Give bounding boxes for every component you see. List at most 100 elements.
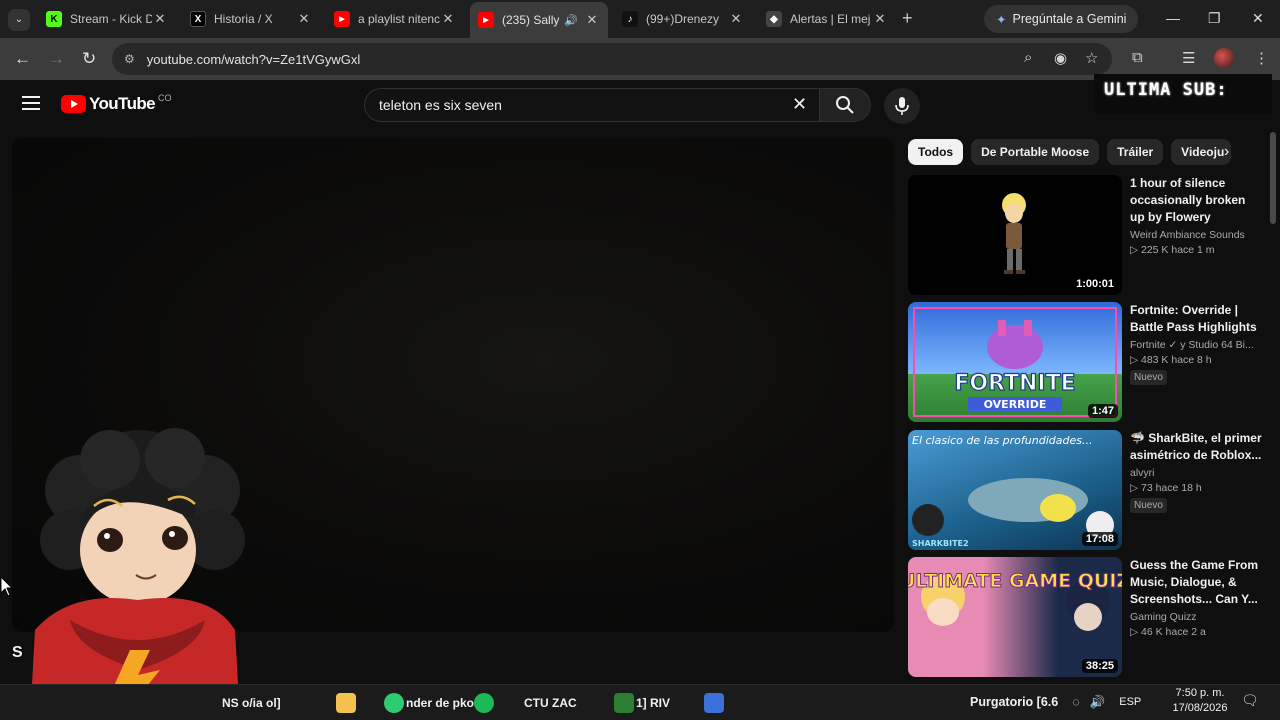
zoom-icon[interactable]: ⌕ xyxy=(1024,49,1032,66)
notifications-icon[interactable]: 🗨 xyxy=(1241,692,1259,709)
video-title[interactable]: Fortnite: Override | Battle Pass Highlig… xyxy=(1130,302,1262,336)
tab-alertas[interactable]: ◆ Alertas | El mej ✕ xyxy=(758,4,896,34)
chip-trailer[interactable]: Tráiler xyxy=(1107,139,1164,165)
video-title[interactable]: 1 hour of silence occasionally broken up… xyxy=(1130,175,1262,226)
tab-x-historia[interactable]: X Historia / X ✕ xyxy=(182,4,320,34)
tab-search-button[interactable]: ⌄ xyxy=(8,9,30,31)
search-input[interactable]: teleton es six seven xyxy=(364,88,819,122)
video-stats: ▷ 483 K hace 8 h xyxy=(1130,354,1212,366)
close-tab-icon[interactable]: ✕ xyxy=(872,11,888,27)
recommendation-item[interactable]: El clasico de las profundidades... SHARK… xyxy=(908,430,1268,550)
address-bar[interactable]: ⚙ youtube.com/watch?v=Ze1tVGywGxl xyxy=(112,43,1112,75)
close-window-icon[interactable]: ✕ xyxy=(1252,10,1264,27)
tab-youtube-playlist[interactable]: ▶ a playlist nitenc ✕ xyxy=(326,4,464,34)
back-icon[interactable]: ← xyxy=(14,49,31,69)
url-text: youtube.com/watch?v=Ze1tVGywGxl xyxy=(146,51,361,67)
guide-menu-icon[interactable] xyxy=(22,96,40,110)
close-tab-icon[interactable]: ✕ xyxy=(584,12,600,28)
profile-avatar[interactable] xyxy=(1214,48,1234,68)
gemini-icon: ✦ xyxy=(996,12,1007,27)
close-tab-icon[interactable]: ✕ xyxy=(728,11,744,27)
folder-icon xyxy=(336,693,356,713)
bookmark-star-icon[interactable]: ☆ xyxy=(1085,49,1098,67)
clear-search-icon[interactable]: ✕ xyxy=(792,94,807,115)
tray-game-label[interactable]: Purgatorio [6.6 xyxy=(970,695,1058,709)
youtube-icon: ▶ xyxy=(478,12,494,28)
media-controls-icon[interactable]: ☰ xyxy=(1182,49,1195,67)
roblox-taskbar-button[interactable] xyxy=(704,691,726,715)
video-thumbnail[interactable]: El clasico de las profundidades... SHARK… xyxy=(908,430,1122,550)
video-stats: ▷ 73 hace 18 h xyxy=(1130,482,1202,494)
video-title[interactable]: 🦈 SharkBite, el primer asimétrico de Rob… xyxy=(1130,430,1262,464)
taskbar-item-3[interactable]: CTU ZAC xyxy=(524,691,577,715)
youtube-header: YouTube CO teleton es six seven ✕ xyxy=(0,80,1280,130)
recommendation-item[interactable]: ULTIMATE GAME QUIZ 38:25 Guess the Game … xyxy=(908,557,1268,677)
taskbar-item-label: 1] RIV xyxy=(636,696,671,710)
file-explorer-taskbar-button[interactable] xyxy=(336,691,358,715)
forward-icon[interactable]: → xyxy=(48,49,65,69)
country-code: CO xyxy=(158,93,172,103)
app-icon xyxy=(384,693,404,713)
extensions-icon[interactable]: ⧉ xyxy=(1132,49,1143,66)
video-thumbnail[interactable]: 1:00:01 xyxy=(908,175,1122,295)
youtube-icon: ▶ xyxy=(334,11,350,27)
volume-icon[interactable]: 🔊 xyxy=(1090,695,1106,710)
tab-title: Alertas | El mej xyxy=(790,12,871,26)
youtube-logo[interactable]: YouTube CO xyxy=(61,93,172,114)
chip-channel[interactable]: De Portable Moose xyxy=(971,139,1100,165)
search-button[interactable] xyxy=(819,88,871,122)
new-tab-button[interactable]: + xyxy=(902,8,913,29)
tab-title: Stream - Kick D xyxy=(70,12,152,26)
channel-name[interactable]: Weird Ambiance Sounds xyxy=(1130,229,1262,241)
tab-youtube-active[interactable]: ▶ (235) Sally 🔊 ✕ xyxy=(470,2,608,38)
tab-title: (235) Sally xyxy=(502,13,560,27)
chevron-right-icon[interactable]: › xyxy=(1224,143,1229,161)
network-icon[interactable]: ◌ xyxy=(1072,695,1079,709)
tab-title: a playlist nitenc xyxy=(358,12,440,26)
tab-kick-stream[interactable]: K Stream - Kick D ✕ xyxy=(38,4,176,34)
channel-name[interactable]: alvyri xyxy=(1130,467,1262,479)
video-duration: 38:25 xyxy=(1081,659,1118,673)
channel-name[interactable]: Fortnite ✓ y Studio 64 Bi... xyxy=(1130,339,1262,351)
channel-name[interactable]: Gaming Quizz xyxy=(1130,611,1262,623)
search-icon xyxy=(836,96,854,114)
chip-videojuegos[interactable]: Videoju xyxy=(1171,139,1232,165)
tracking-protection-icon[interactable]: ◉ xyxy=(1054,49,1067,67)
video-thumbnail[interactable]: ULTIMATE GAME QUIZ 38:25 xyxy=(908,557,1122,677)
minimize-icon[interactable]: — xyxy=(1166,10,1180,26)
restore-icon[interactable]: ❐ xyxy=(1208,10,1221,27)
video-thumbnail[interactable]: FORTNITE OVERRIDE 1:47 xyxy=(908,302,1122,422)
close-tab-icon[interactable]: ✕ xyxy=(296,11,312,27)
reload-icon[interactable]: ↻ xyxy=(82,49,96,69)
chrome-menu-icon[interactable]: ⋮ xyxy=(1254,49,1269,67)
video-title[interactable]: Guess the Game From Music, Dialogue, & S… xyxy=(1130,557,1262,608)
recommendation-item[interactable]: 1:00:01 1 hour of silence occasionally b… xyxy=(908,175,1268,295)
gemini-label: Pregúntale a Gemini xyxy=(1012,12,1127,26)
taskbar-item-label: CTU ZAC xyxy=(524,696,577,710)
language-indicator[interactable]: ESP xyxy=(1119,696,1141,708)
taskbar-item-2[interactable]: nder de pkour xyxy=(384,691,486,715)
video-stats: ▷ 46 K hace 2 a xyxy=(1130,626,1206,638)
scrollbar-thumb[interactable] xyxy=(1270,132,1276,224)
browser-toolbar: ← → ↻ ⚙ youtube.com/watch?v=Ze1tVGywGxl … xyxy=(0,38,1280,80)
x-icon: X xyxy=(190,11,206,27)
taskbar-clock[interactable]: 7:50 p. m. 17/08/2026 xyxy=(1168,686,1232,716)
site-info-icon[interactable]: ⚙ xyxy=(124,52,135,66)
tiktok-icon: ♪ xyxy=(622,11,638,27)
close-tab-icon[interactable]: ✕ xyxy=(440,11,456,27)
search-query: teleton es six seven xyxy=(379,97,502,113)
close-tab-icon[interactable]: ✕ xyxy=(152,11,168,27)
chip-todos[interactable]: Todos xyxy=(908,139,964,165)
tab-tiktok[interactable]: ♪ (99+)Drenezy ✕ xyxy=(614,4,752,34)
taskbar-item-4[interactable]: 1] RIV xyxy=(614,691,670,715)
video-duration: 17:08 xyxy=(1081,532,1118,546)
taskbar-item-1[interactable]: NS o/ia ol] xyxy=(222,691,281,715)
speaker-icon[interactable]: 🔊 xyxy=(564,14,578,27)
tab-title: Historia / X xyxy=(214,12,273,26)
spotify-taskbar-button[interactable] xyxy=(474,691,496,715)
voice-search-button[interactable] xyxy=(884,88,920,124)
gemini-button[interactable]: ✦ Pregúntale a Gemini xyxy=(984,5,1139,33)
microphone-icon xyxy=(895,97,909,115)
recommendation-item[interactable]: FORTNITE OVERRIDE 1:47 Fortnite: Overrid… xyxy=(908,302,1268,422)
roblox-icon xyxy=(704,693,724,713)
